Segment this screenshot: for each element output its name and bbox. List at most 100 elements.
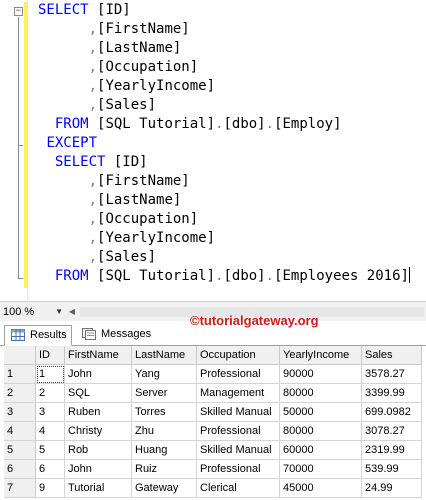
cell-yearly-income[interactable]: 80000 xyxy=(280,422,362,441)
cell-row-number[interactable]: 3 xyxy=(4,403,36,422)
column-header-last-name[interactable]: LastName xyxy=(132,346,197,365)
table-row[interactable]: 5 5 Rob Huang Skilled Manual 60000 2319.99 xyxy=(4,441,422,460)
cell-id[interactable]: 5 xyxy=(36,441,65,460)
results-grid[interactable]: ID FirstName LastName Occupation YearlyIncom… xyxy=(4,346,422,500)
zoom-dropdown[interactable]: 100 % ▼ xyxy=(3,305,63,319)
cell-row-number[interactable]: 4 xyxy=(4,422,36,441)
tab-results-label: Results xyxy=(30,329,67,341)
cell-first-name[interactable]: Christy xyxy=(65,422,132,441)
sql-identifier: [Occupation] xyxy=(97,59,199,75)
tab-messages[interactable]: Messages xyxy=(76,325,156,346)
cell-last-name[interactable]: Ruiz xyxy=(132,460,197,479)
chevron-down-icon[interactable]: ▼ xyxy=(55,305,63,319)
sql-identifier: [ID] xyxy=(97,2,131,18)
cell-id[interactable]: 1 xyxy=(36,365,65,384)
messages-icon xyxy=(82,328,96,340)
cell-first-name[interactable]: Ruben xyxy=(65,403,132,422)
column-header-first-name[interactable]: FirstName xyxy=(65,346,132,365)
cell-row-number[interactable]: 5 xyxy=(4,441,36,460)
cell-first-name[interactable]: Tutorial xyxy=(65,479,132,498)
cell-first-name[interactable]: SQL xyxy=(65,384,132,403)
sql-identifier: [dbo] xyxy=(223,116,266,132)
cell-sales[interactable]: 24.99 xyxy=(362,479,422,498)
column-header-id[interactable]: ID xyxy=(36,346,65,365)
cell-occupation[interactable]: Clerical xyxy=(197,479,280,498)
cell-occupation[interactable]: Skilled Manual xyxy=(197,441,280,460)
fold-guide-end xyxy=(18,278,23,279)
sql-punctuation: , xyxy=(88,230,98,246)
cell-sales[interactable]: 2319.99 xyxy=(362,441,422,460)
query-editor[interactable]: − SELECT [ID] ,[FirstName] ,[LastName] ,… xyxy=(0,0,426,300)
cell-first-name[interactable]: John xyxy=(65,365,132,384)
table-row[interactable]: 7 9 Tutorial Gateway Clerical 45000 24.99 xyxy=(4,479,422,498)
sql-punctuation: , xyxy=(88,59,98,75)
cell-last-name[interactable]: Gateway xyxy=(132,479,197,498)
cell-id[interactable]: 9 xyxy=(36,479,65,498)
table-row[interactable]: 3 3 Ruben Torres Skilled Manual 50000 699.0982 xyxy=(4,403,422,422)
sql-identifier: [Sales] xyxy=(97,249,157,265)
sql-punctuation: , xyxy=(88,192,98,208)
cell-yearly-income[interactable]: 70000 xyxy=(280,460,362,479)
cell-yearly-income[interactable]: 45000 xyxy=(280,479,362,498)
cell-last-name[interactable]: Yang xyxy=(132,365,197,384)
cell-row-number[interactable]: 6 xyxy=(4,460,36,479)
column-header-occupation[interactable]: Occupation xyxy=(197,346,280,365)
sql-identifier: [SQL Tutorial] xyxy=(97,268,216,284)
sql-punctuation: , xyxy=(88,211,98,227)
scroll-left-icon[interactable]: ◀ xyxy=(66,306,78,318)
cell-occupation[interactable]: Professional xyxy=(197,365,280,384)
tab-results[interactable]: Results xyxy=(4,325,72,346)
sql-punctuation: , xyxy=(88,173,98,189)
cell-sales[interactable]: 3578.27 xyxy=(362,365,422,384)
column-header-sales[interactable]: Sales xyxy=(362,346,422,365)
cell-occupation[interactable]: Professional xyxy=(197,460,280,479)
grid-icon xyxy=(11,329,25,341)
sql-identifier: [FirstName] xyxy=(97,173,190,189)
sql-identifier: [SQL Tutorial] xyxy=(97,116,216,132)
cell-occupation[interactable]: Management xyxy=(197,384,280,403)
sql-identifier: [Sales] xyxy=(97,97,157,113)
sql-punctuation: . xyxy=(265,268,275,284)
cell-occupation[interactable]: Skilled Manual xyxy=(197,403,280,422)
code-line: ,[YearlyIncome] xyxy=(38,229,215,248)
cell-sales[interactable]: 699.0982 xyxy=(362,403,422,422)
cell-yearly-income[interactable]: 50000 xyxy=(280,403,362,422)
cell-id[interactable]: 2 xyxy=(36,384,65,403)
sql-identifier: [ID] xyxy=(113,154,148,170)
code-line: ,[LastName] xyxy=(38,39,182,58)
table-row[interactable]: 1 1 John Yang Professional 90000 3578.27 xyxy=(4,365,422,384)
table-row[interactable]: 6 6 John Ruiz Professional 70000 539.99 xyxy=(4,460,422,479)
code-line: ,[Sales] xyxy=(38,248,156,267)
code-line: ,[Occupation] xyxy=(38,210,199,229)
table-row[interactable]: 4 4 Christy Zhu Professional 80000 3078.27 xyxy=(4,422,422,441)
cell-yearly-income[interactable]: 60000 xyxy=(280,441,362,460)
sql-identifier: [YearlyIncome] xyxy=(97,78,216,94)
cell-yearly-income[interactable]: 90000 xyxy=(280,365,362,384)
collapse-icon[interactable]: − xyxy=(14,7,23,16)
cell-row-number[interactable]: 7 xyxy=(4,479,36,498)
cell-row-number[interactable]: 1 xyxy=(4,365,36,384)
cell-yearly-income[interactable]: 80000 xyxy=(280,384,362,403)
cell-sales[interactable]: 3399.99 xyxy=(362,384,422,403)
cell-id[interactable]: 6 xyxy=(36,460,65,479)
cell-last-name[interactable]: Zhu xyxy=(132,422,197,441)
sql-punctuation xyxy=(105,154,113,170)
sql-identifier: [LastName] xyxy=(97,40,182,56)
cell-first-name[interactable]: John xyxy=(65,460,132,479)
cell-row-number[interactable]: 2 xyxy=(4,384,36,403)
cell-last-name[interactable]: Server xyxy=(132,384,197,403)
cell-last-name[interactable]: Huang xyxy=(132,441,197,460)
column-header-yearly-income[interactable]: YearlyIncome xyxy=(280,346,362,365)
cell-occupation[interactable]: Professional xyxy=(197,422,280,441)
code-line: ,[FirstName] xyxy=(38,20,190,39)
cell-id[interactable]: 4 xyxy=(36,422,65,441)
column-header-row-number[interactable] xyxy=(4,346,36,365)
grid-header-row: ID FirstName LastName Occupation YearlyIncom… xyxy=(4,346,422,365)
code-line: FROM [SQL Tutorial].[dbo].[Employ] xyxy=(38,115,342,134)
table-row[interactable]: 2 2 SQL Server Management 80000 3399.99 xyxy=(4,384,422,403)
cell-sales[interactable]: 3078.27 xyxy=(362,422,422,441)
cell-first-name[interactable]: Rob xyxy=(65,441,132,460)
cell-sales[interactable]: 539.99 xyxy=(362,460,422,479)
cell-id[interactable]: 3 xyxy=(36,403,65,422)
cell-last-name[interactable]: Torres xyxy=(132,403,197,422)
